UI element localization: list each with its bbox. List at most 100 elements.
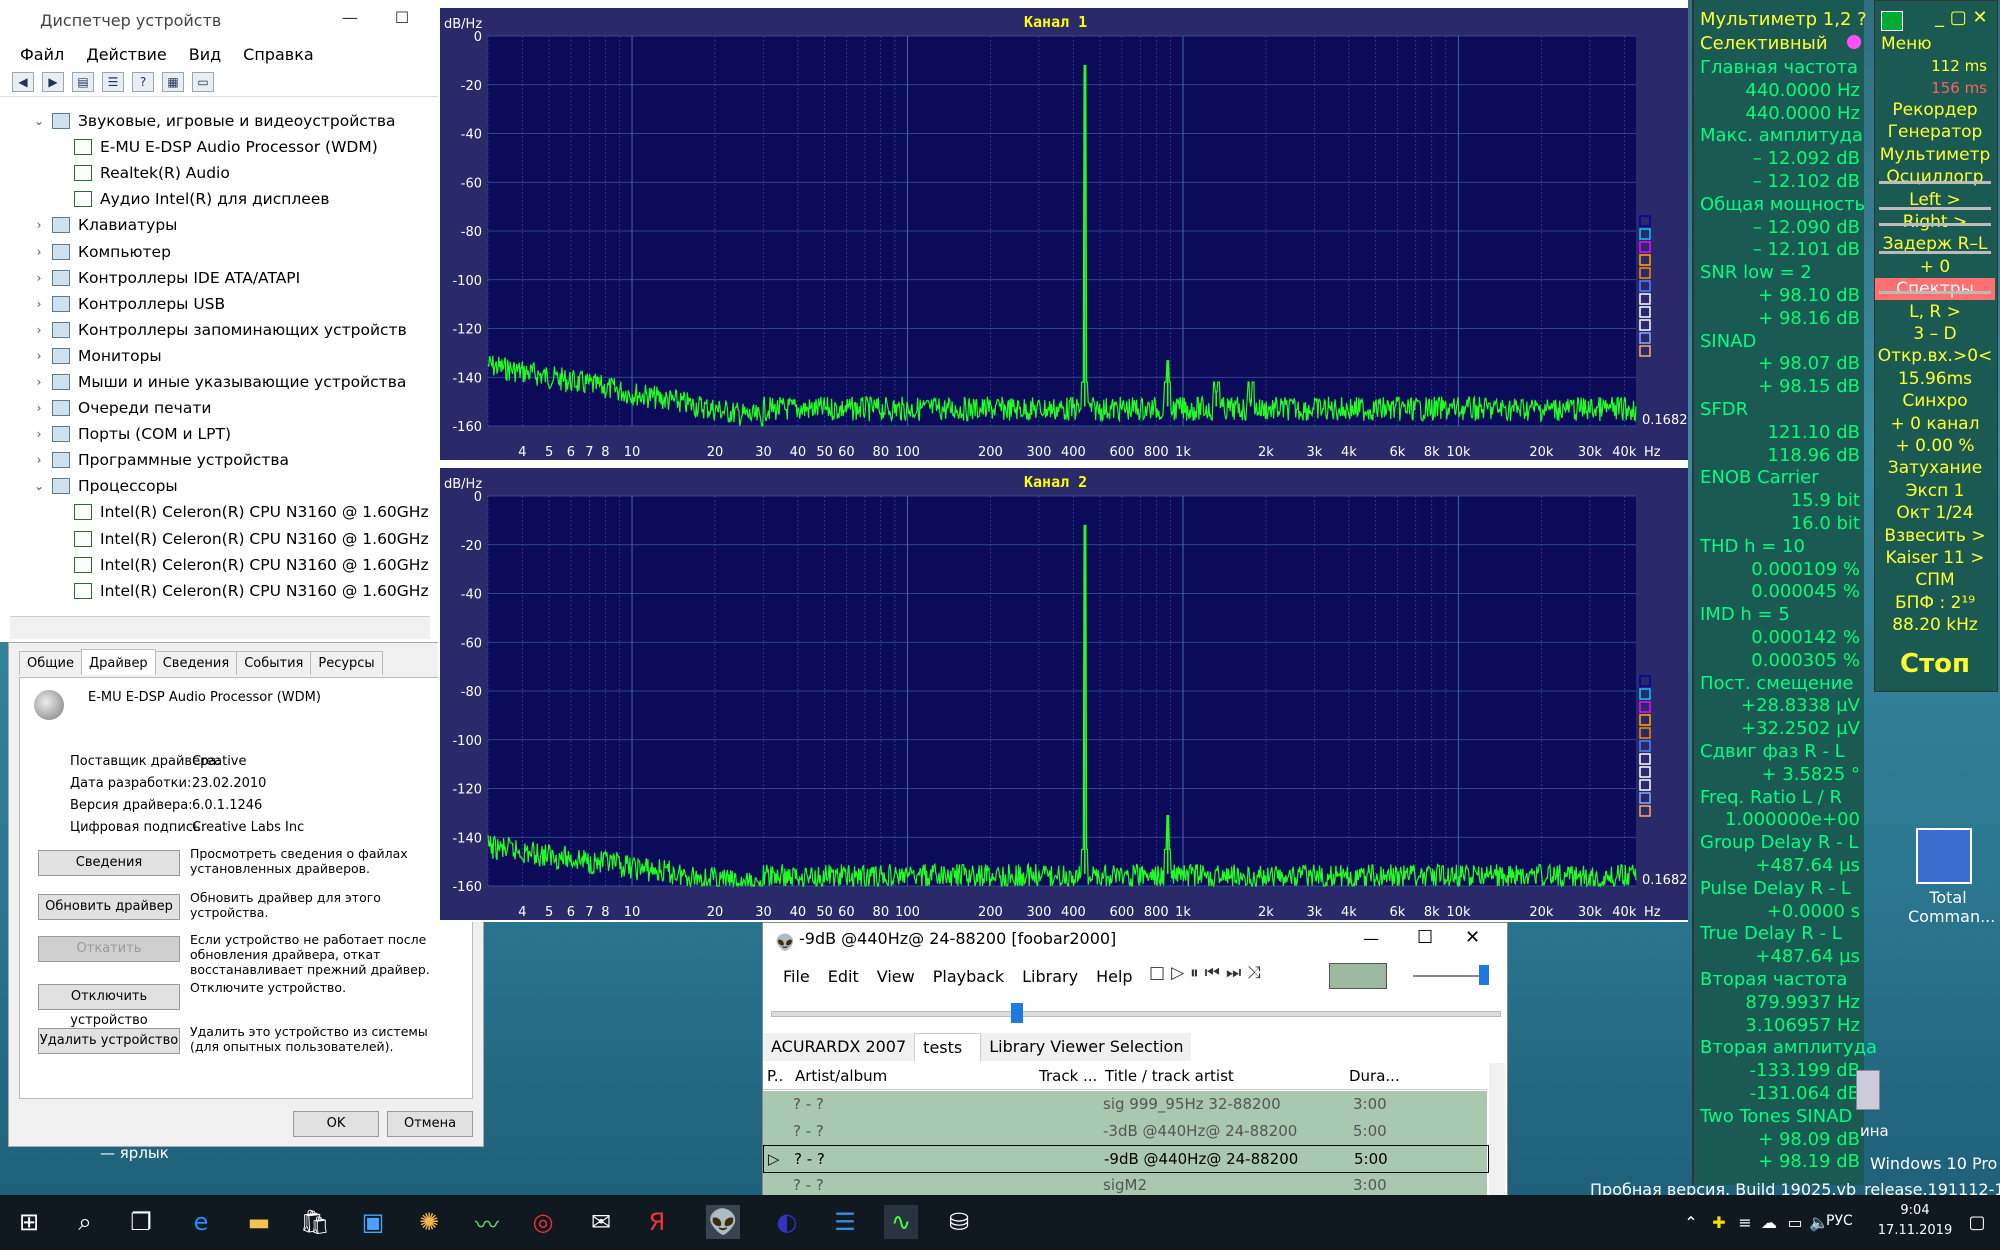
device-category[interactable]: › Клавиатуры	[10, 212, 430, 238]
store-icon[interactable]: 🛍	[298, 1205, 332, 1239]
back-arrow-icon[interactable]: ◀	[12, 72, 34, 92]
total-commander-label[interactable]: Total Comman...	[1908, 888, 1995, 926]
floppy-icon[interactable]: ▣	[356, 1205, 390, 1239]
expand-arrow-icon[interactable]: ›	[30, 245, 48, 259]
menu-item[interactable]: Kaiser 11 >	[1875, 547, 1995, 569]
close-icon[interactable]: ✕	[1465, 927, 1480, 948]
window-controls[interactable]: _ ▢ ✕	[1935, 7, 1988, 28]
device-category[interactable]: › Мыши и иные указывающие устройства	[10, 369, 430, 395]
language-indicator[interactable]: РУС	[1826, 1213, 1853, 1229]
menu-item[interactable]: Взвесить >	[1875, 525, 1995, 547]
device-item[interactable]: Intel(R) Celeron(R) CPU N3160 @ 1.60GHz	[10, 526, 430, 552]
details-icon[interactable]: ▦	[162, 72, 184, 92]
menu-view[interactable]: View	[877, 967, 915, 986]
random-icon[interactable]: ⤨	[1247, 963, 1261, 983]
next-icon[interactable]: ⏭	[1226, 963, 1241, 983]
device-item[interactable]: Intel(R) Celeron(R) CPU N3160 @ 1.60GHz	[10, 552, 430, 578]
seek-thumb[interactable]	[1011, 1003, 1023, 1023]
clock-time[interactable]: 9:04	[1880, 1203, 1950, 1218]
properties-icon[interactable]: ▤	[72, 72, 94, 92]
playlist-row[interactable]: ▷ ? - ? -9dB @440Hz@ 24-88200 5:00	[763, 1145, 1489, 1173]
menu-action[interactable]: Действие	[86, 45, 167, 64]
mail-icon[interactable]: ✉	[584, 1205, 618, 1239]
menu-item[interactable]: 3 – D	[1875, 323, 1995, 345]
menu-playback[interactable]: Playback	[933, 967, 1004, 986]
tab-library-viewer[interactable]: Library Viewer Selection	[981, 1033, 1192, 1061]
device-item[interactable]: E-MU E-DSP Audio Processor (WDM)	[10, 134, 430, 160]
menu-item[interactable]: Затухание	[1875, 457, 1995, 479]
maximize-icon[interactable]: ☐	[392, 8, 412, 28]
tab-tests[interactable]: tests	[914, 1033, 982, 1061]
menu-edit[interactable]: Edit	[828, 967, 859, 986]
volume-slider[interactable]	[1413, 975, 1483, 977]
expand-arrow-icon[interactable]: ›	[30, 297, 48, 311]
expand-arrow-icon[interactable]: ›	[30, 427, 48, 441]
pause-icon[interactable]: ⏸	[1190, 963, 1199, 983]
expand-arrow-icon[interactable]: ›	[30, 453, 48, 467]
monitor-icon[interactable]: ▭	[192, 72, 214, 92]
tab-general[interactable]: Общие	[19, 651, 82, 675]
sun-app-icon[interactable]: ✺	[412, 1205, 446, 1239]
device-item[interactable]: Intel(R) Celeron(R) CPU N3160 @ 1.60GHz	[10, 499, 430, 525]
device-category[interactable]: › Порты (COM и LPT)	[10, 421, 430, 447]
task-view-icon[interactable]: ❐	[124, 1205, 158, 1239]
menu-library[interactable]: Library	[1022, 967, 1078, 986]
menu-item[interactable]: Right >	[1875, 211, 1995, 233]
help-icon[interactable]: ?	[132, 72, 154, 92]
expand-arrow-icon[interactable]: ›	[30, 375, 48, 389]
maximize-icon[interactable]: ☐	[1417, 927, 1433, 948]
device-item[interactable]: Аудио Intel(R) для дисплеев	[10, 186, 430, 212]
multimeter-title[interactable]: Мультиметр 1,2 ?	[1700, 8, 1867, 31]
windows-start-icon[interactable]: ⊞	[12, 1205, 46, 1239]
menu-item[interactable]: Осциллогр	[1875, 166, 1995, 188]
stop-button[interactable]: Стоп	[1887, 649, 1983, 679]
foobar-taskbar-icon[interactable]: 👽	[706, 1205, 740, 1239]
audio-tester-icon[interactable]: ∿	[884, 1205, 918, 1239]
driver-action-button[interactable]: Обновить драйвер	[38, 894, 180, 920]
device-category[interactable]: › Компьютер	[10, 238, 430, 264]
network-tool-icon[interactable]: ⛁	[942, 1205, 976, 1239]
spectrum-app-icon[interactable]: 〰	[470, 1205, 504, 1239]
tab-driver[interactable]: Драйвер	[80, 649, 156, 675]
playlist-row[interactable]: ? - ? sig 999_95Hz 32-88200 3:00	[763, 1091, 1487, 1117]
expand-arrow-icon[interactable]: ›	[30, 271, 48, 285]
tab-acurardx[interactable]: ACURARDX 2007	[763, 1033, 915, 1061]
menu-file[interactable]: File	[783, 967, 810, 986]
playlist-row[interactable]: ? - ? -3dB @440Hz@ 24-88200 5:00	[763, 1118, 1487, 1144]
clock-date[interactable]: 17.11.2019	[1872, 1223, 1958, 1238]
expand-arrow-icon[interactable]: ›	[30, 349, 48, 363]
cancel-button[interactable]: Отмена	[387, 1111, 473, 1137]
device-category[interactable]: › Контроллеры USB	[10, 291, 430, 317]
forward-arrow-icon[interactable]: ▶	[42, 72, 64, 92]
col-playing[interactable]: P..	[767, 1063, 783, 1089]
search-icon[interactable]: ⌕	[68, 1205, 102, 1239]
playlist-scrollbar[interactable]	[1489, 1063, 1505, 1201]
device-item[interactable]: Realtek(R) Audio	[10, 160, 430, 186]
tab-resources[interactable]: Ресурсы	[310, 651, 383, 675]
menu-item[interactable]: Синхро	[1875, 390, 1995, 412]
edge-beta-icon[interactable]: ◐	[770, 1205, 804, 1239]
menu-title[interactable]: Меню	[1881, 33, 2000, 55]
menu-item[interactable]: + 0.00 %	[1875, 435, 1995, 457]
col-track[interactable]: Track ...	[1039, 1063, 1097, 1089]
edge-icon[interactable]: e	[184, 1205, 218, 1239]
multimeter-mode[interactable]: Селективный	[1700, 32, 1862, 55]
device-category[interactable]: › Программные устройства	[10, 447, 430, 473]
tab-events[interactable]: События	[236, 651, 312, 675]
ccleaner-icon[interactable]: ◎	[526, 1205, 560, 1239]
menu-item[interactable]: L, R >	[1875, 301, 1995, 323]
total-commander-icon[interactable]	[1916, 828, 1972, 884]
list-icon[interactable]: ☰	[102, 72, 124, 92]
menu-item[interactable]: Мультиметр	[1875, 144, 1995, 166]
menu-help[interactable]: Help	[1096, 967, 1132, 986]
file-explorer-icon[interactable]: ▬	[242, 1205, 276, 1239]
database-icon[interactable]: ☰	[828, 1205, 862, 1239]
stop-icon[interactable]: □	[1149, 963, 1165, 983]
minimize-icon[interactable]: —	[1363, 929, 1379, 948]
minimize-icon[interactable]: —	[340, 8, 360, 28]
device-category[interactable]: › Контроллеры IDE ATA/ATAPI	[10, 265, 430, 291]
col-artist[interactable]: Artist/album	[795, 1063, 887, 1089]
menu-file[interactable]: Файл	[20, 45, 64, 64]
horizontal-scrollbar[interactable]	[10, 616, 430, 639]
device-item[interactable]: Intel(R) Celeron(R) CPU N3160 @ 1.60GHz	[10, 578, 430, 604]
